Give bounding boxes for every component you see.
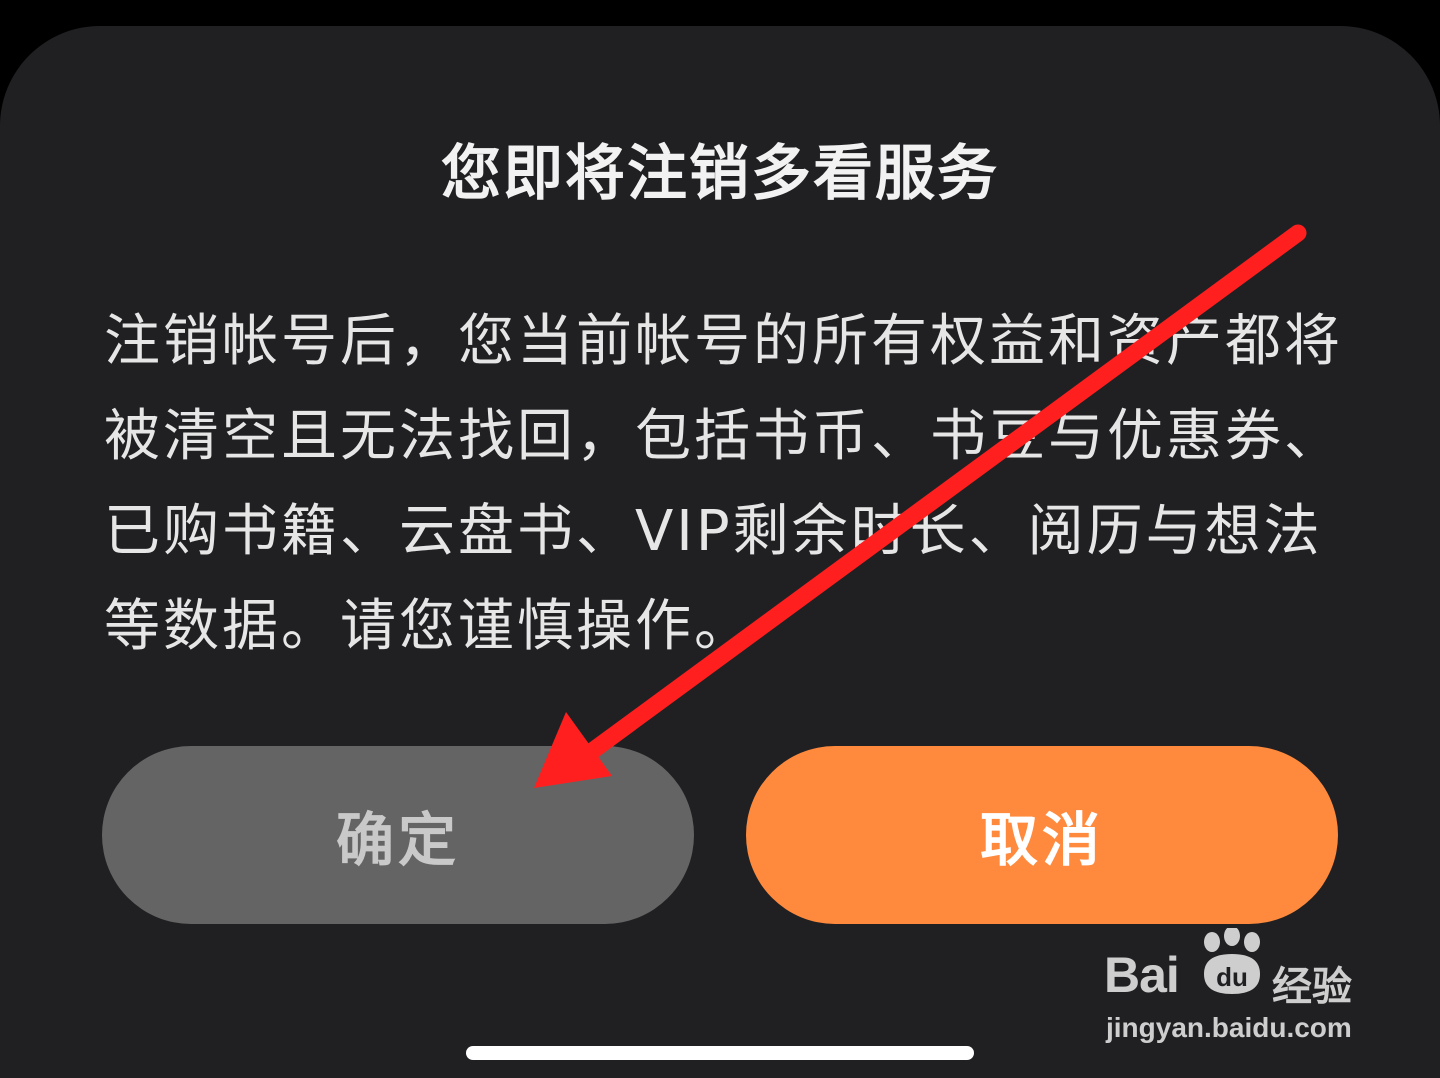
dialog-message: 注销帐号后，您当前帐号的所有权益和资产都将被清空且无法找回，包括书币、书豆与优惠… <box>104 309 1343 659</box>
dialog-title: 您即将注销多看服务 <box>441 139 999 209</box>
baidu-paw-icon: du <box>1204 928 1260 994</box>
baidu-watermark: Bai du 经验 jingyan.baidu.com <box>1104 928 1374 1048</box>
watermark-brand: Bai <box>1104 947 1180 1003</box>
watermark-paw-text: du <box>1216 962 1248 992</box>
home-indicator[interactable] <box>466 1046 974 1060</box>
watermark-url: jingyan.baidu.com <box>1106 1012 1352 1043</box>
confirm-button[interactable]: 确定 <box>102 746 694 924</box>
watermark-suffix: 经验 <box>1272 964 1352 1010</box>
dialog-sheet: 您即将注销多看服务 注销帐号后，您当前帐号的所有权益和资产都将被清空且无法找回，… <box>0 26 1440 1078</box>
cancel-button[interactable]: 取消 <box>746 746 1338 924</box>
